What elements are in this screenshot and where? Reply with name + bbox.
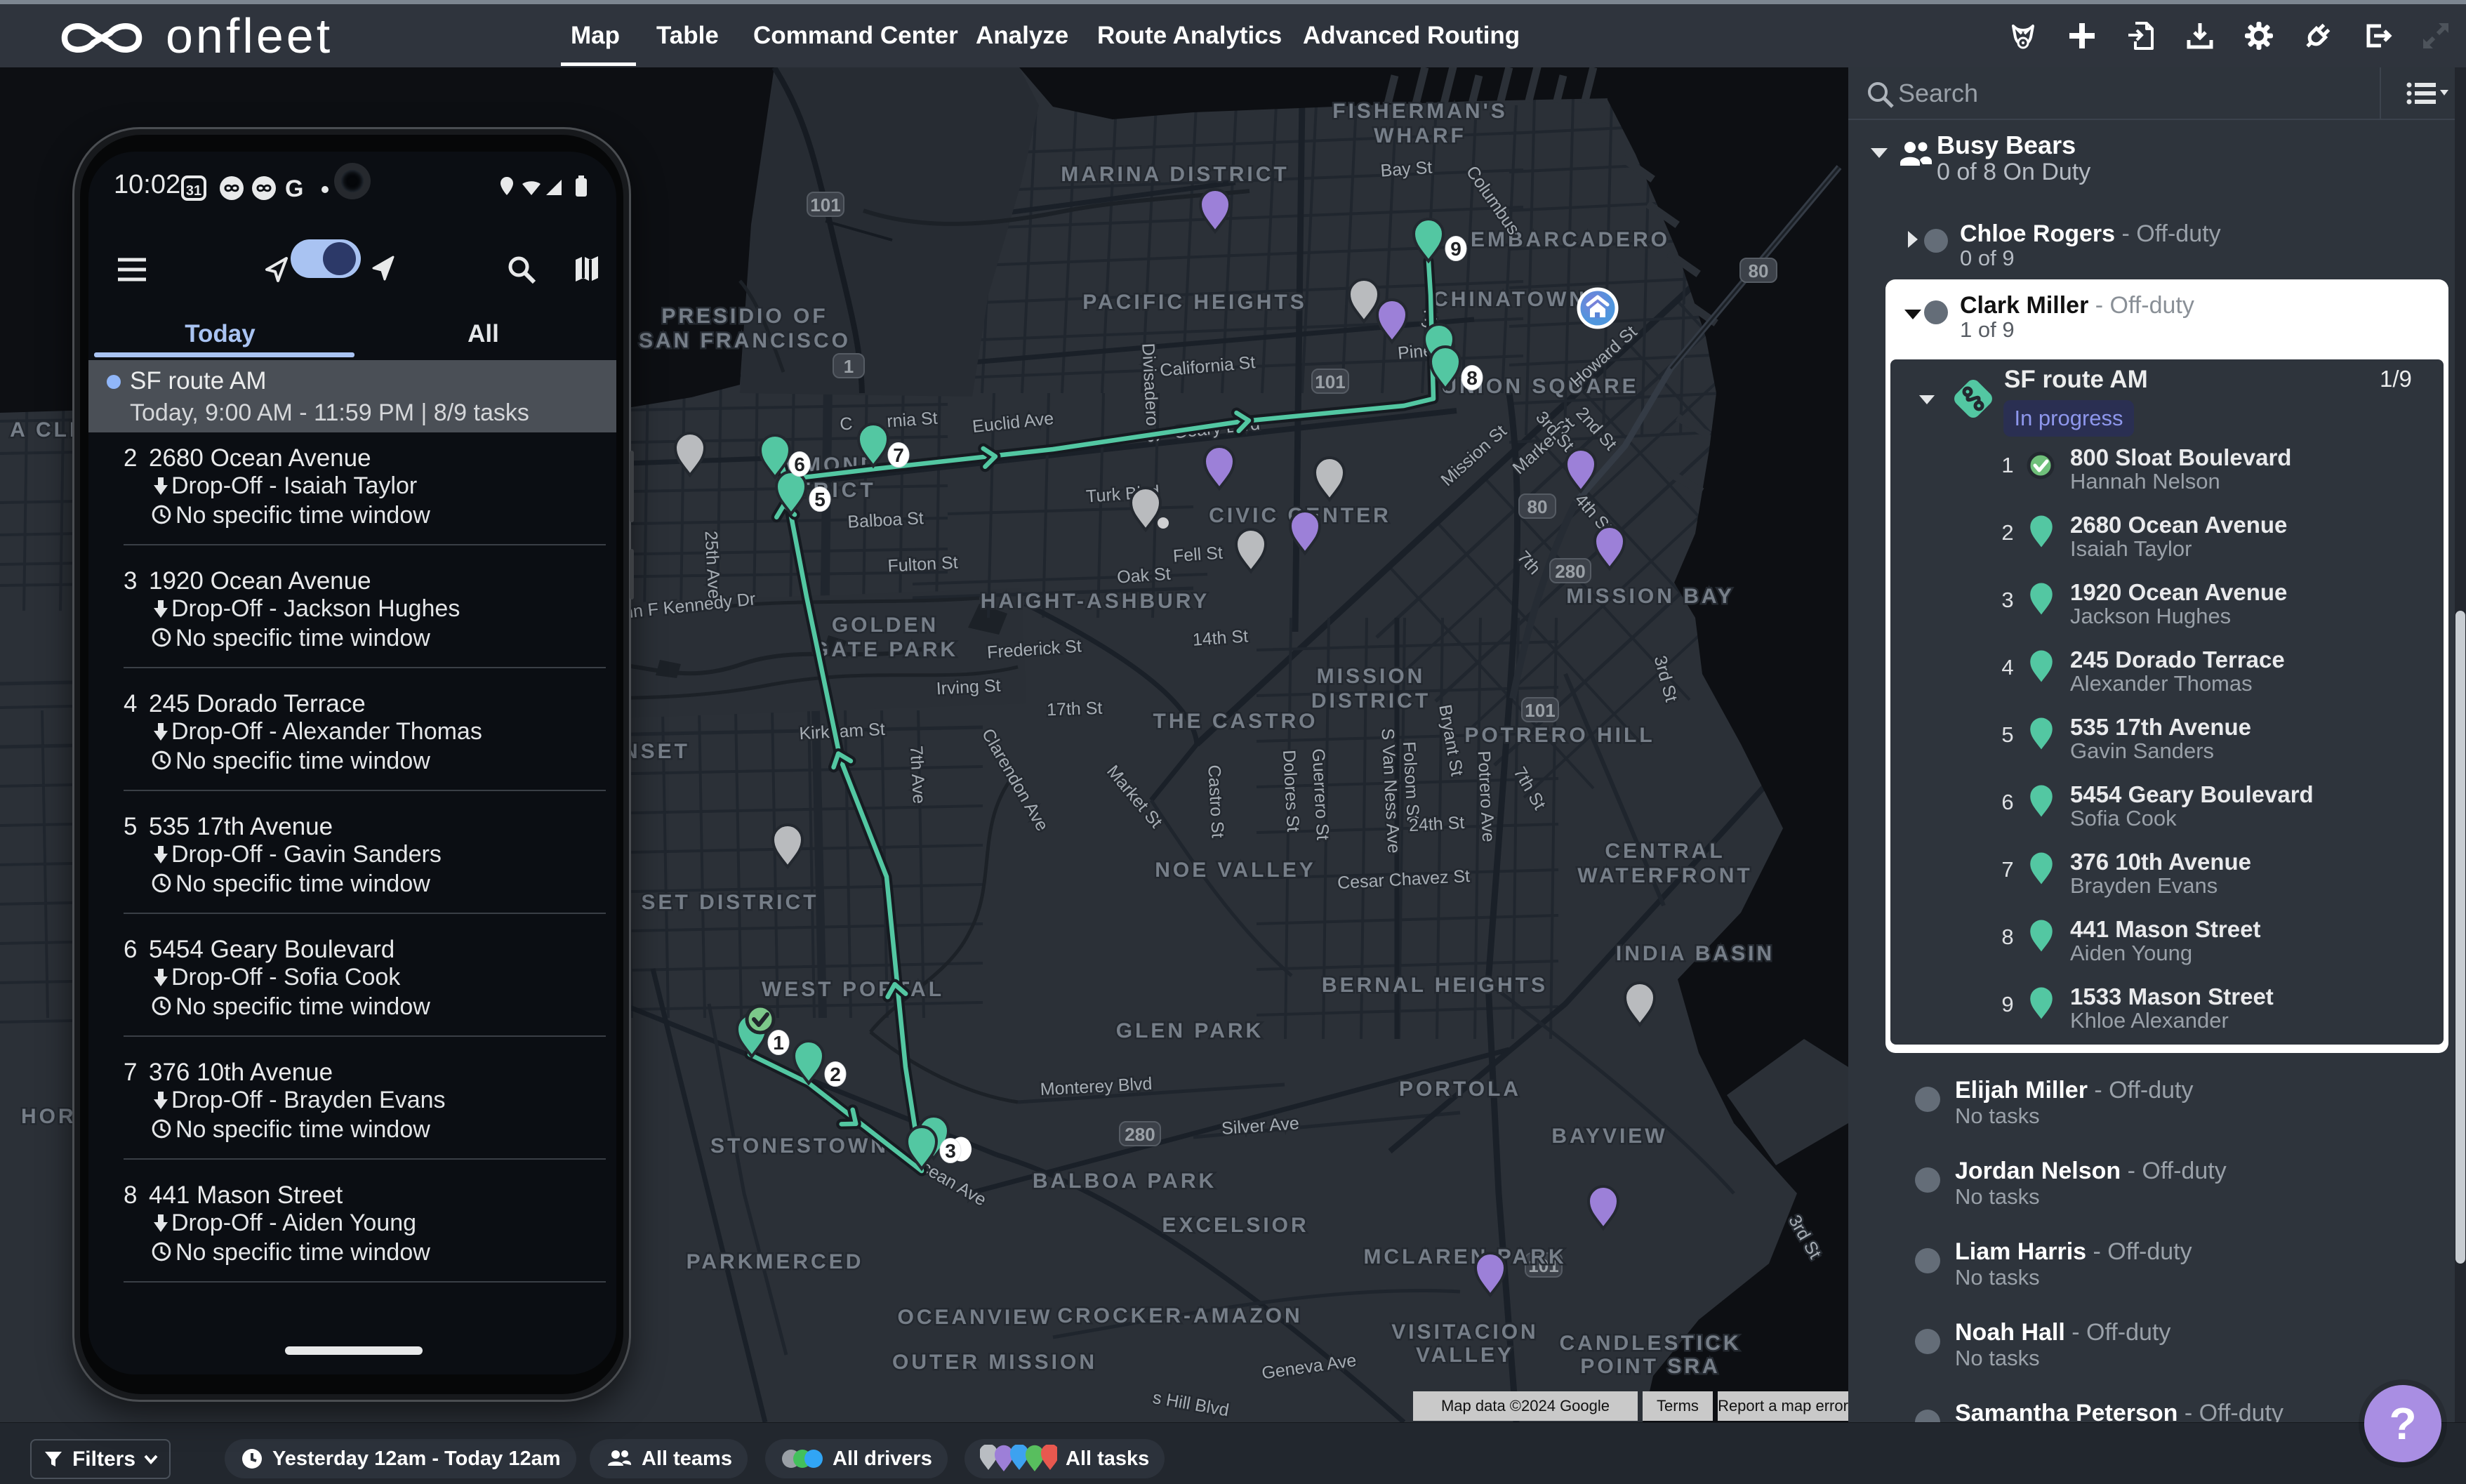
svg-text:OCEANVIEW: OCEANVIEW	[897, 1306, 1052, 1329]
svg-text:CROCKER-AMAZON: CROCKER-AMAZON	[1057, 1304, 1302, 1327]
svg-text:Folsom St: Folsom St	[1399, 741, 1423, 821]
svg-text:EMBARCADERO: EMBARCADERO	[1471, 228, 1670, 251]
svg-text:Fulton St: Fulton St	[887, 552, 958, 576]
svg-text:Irving St: Irving St	[936, 676, 1001, 699]
svg-text:NOE VALLEY: NOE VALLEY	[1155, 859, 1315, 882]
svg-text:101: 101	[810, 194, 840, 216]
svg-text:STONESTOWN: STONESTOWN	[710, 1134, 889, 1158]
svg-text:6: 6	[794, 453, 805, 475]
svg-text:rnia St: rnia St	[886, 409, 938, 432]
svg-text:NSET: NSET	[623, 740, 690, 763]
svg-text:VALLEY: VALLEY	[1416, 1344, 1514, 1367]
svg-text:8: 8	[1466, 367, 1478, 389]
svg-text:MCLAREN PARK: MCLAREN PARK	[1363, 1245, 1566, 1268]
svg-text:1: 1	[844, 356, 854, 377]
svg-text:SAN FRANCISCO: SAN FRANCISCO	[639, 329, 851, 352]
svg-text:WEST PORTAL: WEST PORTAL	[762, 978, 944, 1001]
svg-text:PRESIDIO OF: PRESIDIO OF	[661, 305, 828, 328]
svg-text:GLEN PARK: GLEN PARK	[1116, 1019, 1264, 1042]
svg-text:POINT SRA: POINT SRA	[1580, 1355, 1720, 1378]
svg-text:MISSION BAY: MISSION BAY	[1566, 585, 1735, 608]
svg-text:CHINATOWN: CHINATOWN	[1433, 288, 1587, 311]
svg-text:BALBOA PARK: BALBOA PARK	[1033, 1170, 1217, 1193]
svg-text:C: C	[839, 413, 853, 434]
svg-text:9: 9	[1450, 238, 1461, 260]
svg-text:INDIA BASIN: INDIA BASIN	[1616, 942, 1775, 965]
svg-text:G: G	[285, 175, 303, 202]
svg-text:Fell St: Fell St	[1172, 543, 1224, 567]
svg-text:BAYVIEW: BAYVIEW	[1551, 1125, 1667, 1148]
svg-text:PACIFIC HEIGHTS: PACIFIC HEIGHTS	[1082, 291, 1306, 314]
svg-text:31: 31	[186, 183, 201, 199]
svg-text:7th Ave: 7th Ave	[906, 745, 929, 804]
svg-text:1: 1	[773, 1032, 784, 1054]
svg-text:THE CASTRO: THE CASTRO	[1153, 710, 1318, 733]
svg-text:VISITACION: VISITACION	[1391, 1320, 1538, 1344]
svg-text:5: 5	[814, 489, 826, 510]
svg-text:24th St: 24th St	[1408, 813, 1465, 835]
svg-text:POTRERO HILL: POTRERO HILL	[1464, 724, 1655, 747]
svg-text:CENTRAL: CENTRAL	[1605, 840, 1725, 863]
svg-text:7: 7	[893, 444, 904, 466]
svg-text:Oak St: Oak St	[1116, 564, 1171, 587]
svg-text:101: 101	[1525, 700, 1555, 721]
svg-text:EXCELSIOR: EXCELSIOR	[1162, 1214, 1308, 1237]
svg-text:WHARF: WHARF	[1374, 124, 1466, 147]
svg-text:280: 280	[1125, 1124, 1155, 1145]
svg-text:HAIGHT-ASHBURY: HAIGHT-ASHBURY	[981, 590, 1210, 613]
svg-text:101: 101	[1315, 371, 1345, 392]
svg-text:2: 2	[830, 1064, 841, 1085]
svg-text:DISTRICT: DISTRICT	[1311, 689, 1431, 713]
svg-text:14th St: 14th St	[1192, 626, 1249, 649]
svg-text:CANDLESTICK: CANDLESTICK	[1560, 1332, 1742, 1355]
svg-text:PARKMERCED: PARKMERCED	[687, 1250, 864, 1273]
svg-text:Balboa St: Balboa St	[847, 508, 924, 532]
svg-text:BERNAL HEIGHTS: BERNAL HEIGHTS	[1322, 974, 1548, 997]
svg-text:MARINA DISTRICT: MARINA DISTRICT	[1061, 163, 1290, 186]
svg-text:WATERFRONT: WATERFRONT	[1577, 864, 1752, 887]
svg-text:GATE PARK: GATE PARK	[812, 638, 958, 661]
svg-text:3: 3	[945, 1140, 956, 1162]
svg-text:SET DISTRICT: SET DISTRICT	[641, 891, 818, 914]
svg-text:PORTOLA: PORTOLA	[1399, 1078, 1521, 1101]
svg-text:OUTER MISSION: OUTER MISSION	[892, 1351, 1097, 1374]
svg-text:80: 80	[1749, 260, 1769, 281]
svg-text:TRICT: TRICT	[797, 479, 876, 502]
svg-text:Castro St: Castro St	[1204, 764, 1227, 839]
svg-text:FISHERMAN'S: FISHERMAN'S	[1332, 100, 1507, 123]
svg-text:80: 80	[1527, 496, 1548, 517]
svg-text:17th St: 17th St	[1047, 698, 1103, 720]
svg-text:GOLDEN: GOLDEN	[832, 614, 939, 637]
svg-text:25th Ave: 25th Ave	[701, 530, 724, 599]
svg-text:MISSION: MISSION	[1317, 665, 1426, 688]
svg-text:280: 280	[1555, 561, 1585, 582]
svg-text:Bay St: Bay St	[1380, 157, 1433, 180]
